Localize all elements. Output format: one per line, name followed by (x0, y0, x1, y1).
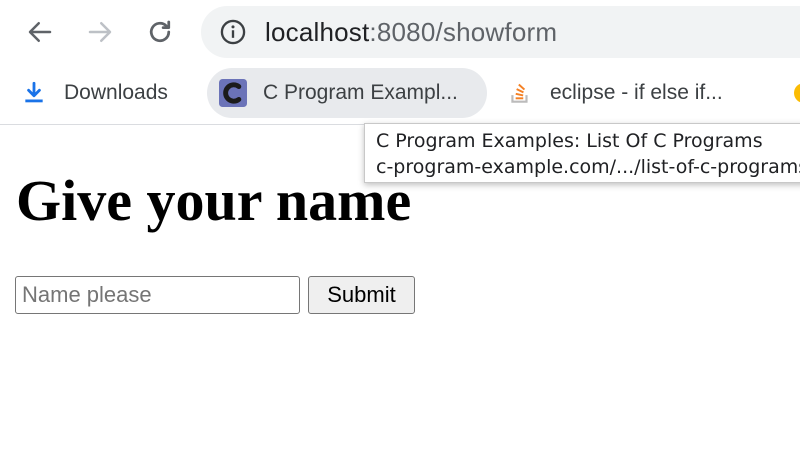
bookmark-c-program-examples[interactable]: C Program Exampl... (207, 68, 487, 118)
bookmark-label: eclipse - if else if... (550, 81, 723, 104)
submit-button[interactable]: Submit (308, 276, 415, 314)
back-button[interactable] (18, 10, 62, 54)
browser-window: localhost:8080/showform Downloads C Prog… (0, 0, 800, 462)
bookmark-label: C Program Exampl... (263, 81, 458, 104)
chrome-favicon (790, 79, 800, 107)
bookmark-overflow-partial[interactable] (790, 68, 800, 118)
info-icon[interactable] (219, 18, 247, 46)
browser-toolbar: localhost:8080/showform (0, 0, 800, 66)
reload-icon (149, 20, 171, 43)
bookmark-downloads[interactable]: Downloads (20, 68, 168, 118)
page-heading: Give your name (16, 168, 412, 233)
stackoverflow-favicon (506, 79, 534, 107)
arrow-left-icon (28, 22, 52, 42)
c-program-favicon (219, 79, 247, 107)
url-path: :8080/showform (369, 17, 558, 47)
url-text[interactable]: localhost:8080/showform (265, 17, 557, 47)
forward-button[interactable] (78, 10, 122, 54)
download-icon (20, 79, 48, 107)
bookmark-eclipse-if-else[interactable]: eclipse - if else if... (506, 68, 723, 118)
address-bar[interactable]: localhost:8080/showform (201, 6, 800, 58)
bookmarks-bar: Downloads C Program Exampl... eclipse - … (0, 66, 800, 125)
arrow-right-icon (88, 22, 112, 42)
bookmark-tooltip: C Program Examples: List Of C Programs c… (364, 123, 800, 183)
tooltip-url: c-program-example.com/.../list-of-c-prog… (376, 156, 800, 178)
name-input[interactable] (15, 276, 300, 314)
bookmark-label: Downloads (64, 81, 168, 104)
tooltip-title: C Program Examples: List Of C Programs (376, 130, 763, 152)
url-host: localhost (265, 17, 370, 47)
reload-button[interactable] (138, 10, 182, 54)
